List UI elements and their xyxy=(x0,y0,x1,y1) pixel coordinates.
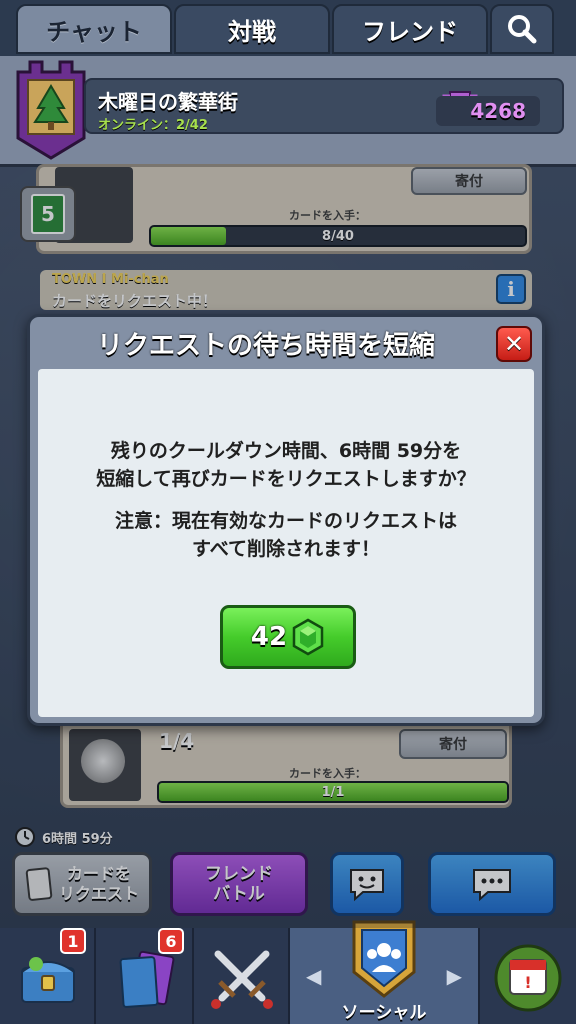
tab-chat[interactable]: チャット xyxy=(16,4,172,54)
gem-confirm-button[interactable]: 42 xyxy=(220,605,356,669)
chest-icon xyxy=(21,957,75,1003)
nav-shop[interactable]: 1 xyxy=(0,928,96,1024)
svg-text:!: ! xyxy=(524,973,531,992)
clan-trophies: 4268 xyxy=(436,96,540,126)
chest-badge: 1 xyxy=(60,928,86,954)
search-tab[interactable] xyxy=(490,4,554,54)
shorten-wait-dialog: リクエストの待ち時間を短縮 ✕ 残りのクールダウン時間、6時間 59分を 短縮し… xyxy=(27,314,545,726)
close-button[interactable]: ✕ xyxy=(496,326,532,362)
nav-social-label: ソーシャル xyxy=(341,1003,427,1023)
social-shield-icon xyxy=(352,920,416,998)
nav-battle[interactable] xyxy=(194,928,290,1024)
tab-friends[interactable]: フレンド xyxy=(332,4,488,54)
nav-cards[interactable]: 6 xyxy=(96,928,194,1024)
dialog-warning-line-1: 注意：現在有効なカードのリクエストは xyxy=(114,510,457,532)
cards-icon xyxy=(119,950,175,1008)
clan-online-count: オンライン：2/42 xyxy=(98,118,208,133)
dialog-text-line-1: 残りのクールダウン時間、6時間 59分を xyxy=(110,440,462,462)
clan-name: 木曜日の繁華街 xyxy=(98,90,238,114)
clan-info-bar: 木曜日の繁華街 オンライン：2/42 4268 xyxy=(84,78,564,134)
chevron-right-icon[interactable]: ▶ xyxy=(447,964,462,988)
top-tab-bar: チャット 対戦 フレンド xyxy=(0,0,576,56)
dialog-title: リクエストの待ち時間を短縮 xyxy=(96,331,435,361)
chevron-left-icon[interactable]: ◀ xyxy=(306,964,321,988)
events-calendar-icon: ! xyxy=(494,944,562,1012)
search-icon xyxy=(508,15,537,44)
cards-badge: 6 xyxy=(158,928,184,954)
gem-cost: 42 xyxy=(250,622,288,652)
clan-header[interactable]: 木曜日の繁華街 オンライン：2/42 4268 xyxy=(0,56,576,167)
gem-icon xyxy=(292,618,324,656)
nav-events[interactable]: ! xyxy=(480,928,576,1024)
dialog-body: 残りのクールダウン時間、6時間 59分を 短縮して再びカードをリクエストしますか… xyxy=(38,369,534,717)
bottom-nav: 1 6 ◀ ▶ ソーシャル ! xyxy=(0,920,576,1024)
close-icon: ✕ xyxy=(503,330,525,358)
tab-battle[interactable]: 対戦 xyxy=(174,4,330,54)
dialog-warning-line-2: すべて削除されます！ xyxy=(192,538,380,560)
dialog-text-line-2: 短縮して再びカードをリクエストしますか？ xyxy=(96,468,476,490)
clan-badge-icon xyxy=(16,60,86,160)
crossed-swords-icon xyxy=(211,950,273,1009)
nav-social[interactable]: ◀ ▶ ソーシャル xyxy=(290,920,480,1024)
